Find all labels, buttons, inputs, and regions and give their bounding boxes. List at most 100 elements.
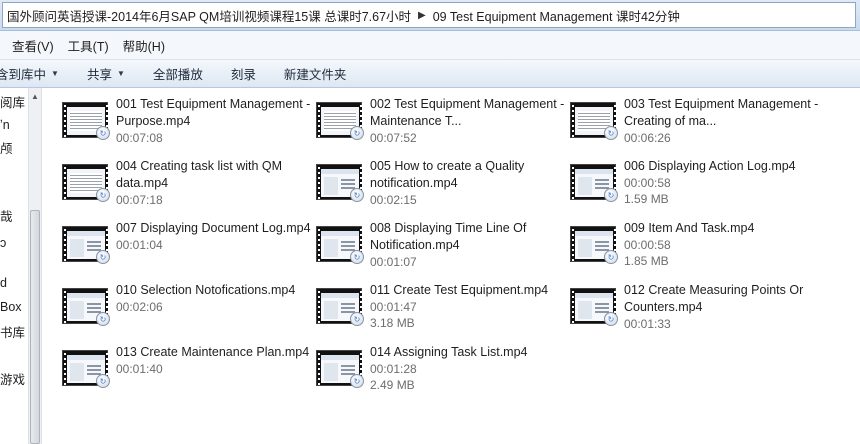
file-duration: 00:00:58 bbox=[624, 238, 671, 252]
video-thumbnail-icon[interactable]: ↻ bbox=[62, 226, 110, 266]
nav-scrollbar[interactable]: ▲ bbox=[28, 88, 42, 444]
video-thumbnail-icon[interactable]: ↻ bbox=[62, 350, 110, 390]
file-size: 1.59 MB bbox=[624, 192, 669, 206]
menu-view[interactable]: 查看(V) bbox=[0, 36, 61, 55]
file-name: 006 Displaying Action Log.mp4 bbox=[624, 159, 796, 173]
video-thumbnail-icon[interactable]: ↻ bbox=[62, 164, 110, 204]
video-thumbnail-icon[interactable]: ↻ bbox=[316, 350, 364, 390]
scrollbar-thumb[interactable] bbox=[30, 210, 40, 444]
play-all-button[interactable]: 全部播放 bbox=[139, 64, 217, 83]
breadcrumb[interactable]: 国外顾问英语授课-2014年6月SAP QM培训视频课程15课 总课时7.67小… bbox=[2, 2, 856, 28]
video-thumbnail-icon[interactable]: ↻ bbox=[570, 288, 618, 328]
file-item[interactable]: ↻ 011 Create Test Equipment.mp4 00:01:47 3.… bbox=[316, 282, 566, 340]
file-item[interactable]: ↻ 010 Selection Notofications.mp4 00:02:06 bbox=[62, 282, 312, 340]
file-item[interactable]: ↻ 012 Create Measuring Points Or Counters… bbox=[570, 282, 820, 340]
share-button[interactable]: 共享 ▼ bbox=[73, 64, 139, 83]
file-details: 002 Test Equipment Management - Maintena… bbox=[370, 96, 566, 146]
file-duration: 00:00:58 bbox=[624, 176, 671, 190]
file-details: 003 Test Equipment Management - Creating… bbox=[624, 96, 820, 146]
nav-item-games[interactable]: 游戏 bbox=[0, 369, 25, 388]
file-item[interactable]: ↻ 003 Test Equipment Management - Creatin… bbox=[570, 96, 820, 154]
nav-item[interactable]: 颅 bbox=[0, 138, 13, 157]
media-player-badge-icon: ↻ bbox=[350, 250, 364, 264]
file-duration: 00:01:28 bbox=[370, 362, 417, 376]
breadcrumb-item-folder[interactable]: 09 Test Equipment Management 课时42分钟 bbox=[429, 6, 684, 25]
film-sprocket bbox=[572, 229, 574, 261]
include-in-library-button[interactable]: 含到库中 ▼ bbox=[0, 64, 73, 83]
nav-item[interactable]: 哉 bbox=[0, 206, 13, 225]
media-player-badge-icon: ↻ bbox=[350, 312, 364, 326]
video-thumbnail-icon[interactable]: ↻ bbox=[316, 288, 364, 328]
media-player-badge-icon: ↻ bbox=[96, 312, 110, 326]
menu-tools[interactable]: 工具(T) bbox=[61, 36, 116, 55]
file-name: 007 Displaying Document Log.mp4 bbox=[116, 221, 311, 235]
address-bar: 国外顾问英语授课-2014年6月SAP QM培训视频课程15课 总课时7.67小… bbox=[0, 0, 860, 31]
menu-help[interactable]: 帮助(H) bbox=[116, 36, 172, 55]
scroll-up-icon[interactable]: ▲ bbox=[31, 92, 39, 101]
breadcrumb-item-course[interactable]: 国外顾问英语授课-2014年6月SAP QM培训视频课程15课 总课时7.67小… bbox=[3, 6, 415, 25]
file-name: 012 Create Measuring Points Or Counters.… bbox=[624, 283, 804, 314]
film-sprocket bbox=[318, 167, 320, 199]
file-item[interactable]: ↻ 007 Displaying Document Log.mp4 00:01:04 bbox=[62, 220, 312, 278]
file-details: 010 Selection Notofications.mp4 00:02:06 bbox=[116, 282, 312, 315]
media-player-badge-icon: ↻ bbox=[350, 188, 364, 202]
video-thumbnail-icon[interactable]: ↻ bbox=[316, 102, 364, 142]
nav-item[interactable]: ɔ bbox=[0, 236, 6, 250]
video-thumbnail-icon[interactable]: ↻ bbox=[316, 226, 364, 266]
film-sprocket bbox=[64, 105, 66, 137]
file-duration: 00:01:07 bbox=[370, 255, 417, 269]
film-sprocket bbox=[64, 229, 66, 261]
video-thumbnail-icon[interactable]: ↻ bbox=[570, 226, 618, 266]
play-all-label: 全部播放 bbox=[152, 68, 203, 82]
new-folder-button[interactable]: 新建文件夹 bbox=[270, 64, 361, 83]
video-thumbnail-icon[interactable]: ↻ bbox=[570, 164, 618, 204]
file-name: 003 Test Equipment Management - Creating… bbox=[624, 97, 819, 128]
file-name: 002 Test Equipment Management - Maintena… bbox=[370, 97, 565, 128]
file-details: 011 Create Test Equipment.mp4 00:01:47 3.1… bbox=[370, 282, 566, 331]
media-player-badge-icon: ↻ bbox=[350, 374, 364, 388]
video-thumbnail-icon[interactable]: ↻ bbox=[570, 102, 618, 142]
media-player-badge-icon: ↻ bbox=[604, 250, 618, 264]
file-duration: 00:06:26 bbox=[624, 131, 671, 145]
file-item[interactable]: ↻ 013 Create Maintenance Plan.mp4 00:01:40 bbox=[62, 344, 312, 402]
file-item[interactable]: ↻ 006 Displaying Action Log.mp4 00:00:58 1.… bbox=[570, 158, 820, 216]
file-details: 005 How to create a Quality notification… bbox=[370, 158, 566, 208]
file-duration: 00:01:40 bbox=[116, 362, 163, 376]
file-name: 010 Selection Notofications.mp4 bbox=[116, 283, 296, 297]
film-sprocket bbox=[64, 353, 66, 385]
nav-item[interactable]: d bbox=[0, 276, 7, 290]
file-item[interactable]: ↻ 014 Assigning Task List.mp4 00:01:28 2.49… bbox=[316, 344, 566, 402]
file-details: 004 Creating task list with QM data.mp4 0… bbox=[116, 158, 312, 208]
file-name: 014 Assigning Task List.mp4 bbox=[370, 345, 528, 359]
burn-button[interactable]: 刻录 bbox=[217, 64, 270, 83]
file-item[interactable]: ↻ 001 Test Equipment Management - Purpose… bbox=[62, 96, 312, 154]
media-player-badge-icon: ↻ bbox=[96, 250, 110, 264]
nav-item-library[interactable]: 书库 bbox=[0, 322, 25, 341]
video-thumbnail-icon[interactable]: ↻ bbox=[316, 164, 364, 204]
nav-item-libraries[interactable]: 阅库 bbox=[0, 92, 25, 111]
video-thumbnail-icon[interactable]: ↻ bbox=[62, 288, 110, 328]
media-player-badge-icon: ↻ bbox=[96, 374, 110, 388]
file-item[interactable]: ↻ 002 Test Equipment Management - Mainten… bbox=[316, 96, 566, 154]
file-name: 008 Displaying Time Line Of Notification… bbox=[370, 221, 527, 252]
video-thumbnail-icon[interactable]: ↻ bbox=[62, 102, 110, 142]
file-item[interactable]: ↻ 009 Item And Task.mp4 00:00:58 1.85 MB bbox=[570, 220, 820, 278]
file-size: 2.49 MB bbox=[370, 378, 415, 392]
file-name: 005 How to create a Quality notification… bbox=[370, 159, 525, 190]
file-details: 006 Displaying Action Log.mp4 00:00:58 1.5… bbox=[624, 158, 820, 207]
film-sprocket bbox=[318, 105, 320, 137]
media-player-badge-icon: ↻ bbox=[350, 126, 364, 140]
film-sprocket bbox=[64, 291, 66, 323]
file-item[interactable]: ↻ 004 Creating task list with QM data.mp4… bbox=[62, 158, 312, 216]
nav-item[interactable]: ʼn bbox=[0, 118, 10, 132]
file-item[interactable]: ↻ 005 How to create a Quality notificatio… bbox=[316, 158, 566, 216]
nav-item-box[interactable]: Box bbox=[0, 300, 22, 314]
file-details: 009 Item And Task.mp4 00:00:58 1.85 MB bbox=[624, 220, 820, 269]
file-item[interactable]: ↻ 008 Displaying Time Line Of Notificatio… bbox=[316, 220, 566, 278]
breadcrumb-separator-icon[interactable]: ▶ bbox=[415, 10, 429, 21]
file-duration: 00:02:15 bbox=[370, 193, 417, 207]
command-bar: 含到库中 ▼ 共享 ▼ 全部播放 刻录 新建文件夹 bbox=[0, 60, 860, 88]
film-sprocket bbox=[64, 167, 66, 199]
media-player-badge-icon: ↻ bbox=[96, 126, 110, 140]
file-list: ↻ 001 Test Equipment Management - Purpose… bbox=[42, 88, 860, 444]
